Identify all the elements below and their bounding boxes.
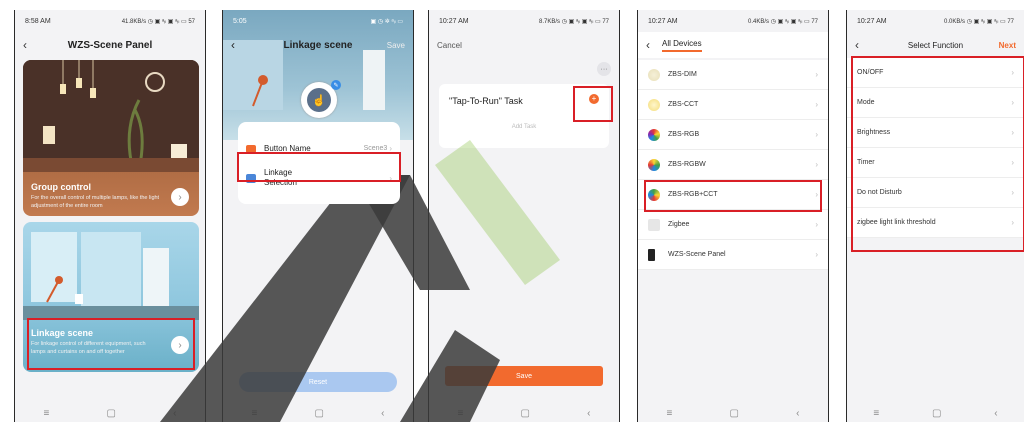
next-button[interactable]: Next <box>999 41 1016 50</box>
menu-icon[interactable]: ≡ <box>667 408 673 419</box>
page-title: Select Function <box>907 40 964 50</box>
phone-select-function: 10:27 AM 0.0KB/s ◷ ▣ ᵃᵢₗ ▣ ᵃᵢₗ ▭ 77 ‹ Se… <box>846 10 1024 422</box>
status-indicators: 41.8KB/s ◷ ▣ ᵃᵢₗ ▣ ᵃᵢₗ ▭ 57 <box>121 18 195 25</box>
group-control-card[interactable]: Group control For the overall control of… <box>23 60 199 216</box>
home-bar: ≡ ▢ ‹ <box>223 404 413 422</box>
home-bar: ≡ ▢ ‹ <box>638 404 828 422</box>
save-button[interactable]: Save <box>387 41 405 50</box>
device-row-rgb[interactable]: ZBS-RGB › <box>638 120 828 150</box>
status-indicators: 8.7KB/s ◷ ▣ ᵃᵢₗ ▣ ᵃᵢₗ ▭ 77 <box>539 18 609 25</box>
device-row-cct[interactable]: ZBS-CCT › <box>638 90 828 120</box>
highlight-linkage-scene <box>27 318 195 370</box>
status-indicators: ▣ ◷ ✲ ᵃᵢₗ ▭ <box>370 18 403 25</box>
home-icon[interactable]: ▢ <box>730 408 739 419</box>
phone-tap-to-run: 10:27 AM 8.7KB/s ◷ ▣ ᵃᵢₗ ▣ ᵃᵢₗ ▭ 77 Canc… <box>428 10 620 422</box>
status-time: 10:27 AM <box>439 17 469 25</box>
back-nav-icon[interactable]: ‹ <box>587 408 590 419</box>
group-control-arrow-icon[interactable]: › <box>171 188 189 206</box>
cancel-button[interactable]: Cancel <box>437 41 462 50</box>
navbar: ‹ Linkage scene Save <box>223 32 413 58</box>
back-nav-icon[interactable]: ‹ <box>381 408 384 419</box>
navbar: ‹ All Devices <box>638 32 828 58</box>
status-bar: 10:27 AM 0.4KB/s ◷ ▣ ᵃᵢₗ ▣ ᵃᵢₗ ▭ 77 <box>638 10 828 32</box>
chevron-right-icon: › <box>815 220 818 229</box>
phone-all-devices: 10:27 AM 0.4KB/s ◷ ▣ ᵃᵢₗ ▣ ᵃᵢₗ ▭ 77 ‹ Al… <box>637 10 829 422</box>
zigbee-device-icon <box>648 218 660 231</box>
home-bar: ≡ ▢ ‹ <box>15 404 205 422</box>
navbar: Cancel <box>429 32 619 58</box>
page-title: Linkage scene <box>283 39 353 51</box>
back-nav-icon[interactable]: ‹ <box>994 408 997 419</box>
chevron-right-icon: › <box>815 160 818 169</box>
phone-scene-panel: 8:58 AM 41.8KB/s ◷ ▣ ᵃᵢₗ ▣ ᵃᵢₗ ▭ 57 ‹ WZ… <box>14 10 206 422</box>
save-button[interactable]: Save <box>445 366 603 386</box>
status-time: 10:27 AM <box>857 17 887 25</box>
status-time: 10:27 AM <box>648 17 678 25</box>
button-name-value: Scene3 <box>363 145 388 152</box>
status-time: 5:05 <box>233 17 247 25</box>
home-bar: ≡ ▢ ‹ <box>429 404 619 422</box>
page-title: WZS-Scene Panel <box>67 39 153 51</box>
navbar: ‹ WZS-Scene Panel <box>15 32 205 58</box>
chevron-right-icon: › <box>815 70 818 79</box>
phone-linkage-scene: 5:05 ▣ ◷ ✲ ᵃᵢₗ ▭ ‹ Linkage scene Save ☝ … <box>222 10 414 422</box>
menu-icon[interactable]: ≡ <box>458 408 464 419</box>
device-row-dim[interactable]: ZBS-DIM › <box>638 60 828 90</box>
page-title: All Devices <box>662 39 702 52</box>
rgbw-bulb-icon <box>648 158 660 171</box>
status-bar: 5:05 ▣ ◷ ✲ ᵃᵢₗ ▭ <box>223 10 413 32</box>
device-name: ZBS-DIM <box>668 71 697 78</box>
task-title: "Tap-To-Run" Task <box>449 96 523 106</box>
home-icon[interactable]: ▢ <box>932 408 941 419</box>
chevron-right-icon: › <box>815 100 818 109</box>
back-icon[interactable]: ‹ <box>646 38 662 52</box>
status-time: 8:58 AM <box>25 17 51 25</box>
device-row-scene-panel[interactable]: WZS-Scene Panel › <box>638 240 828 270</box>
cct-bulb-icon <box>648 98 660 111</box>
home-icon[interactable]: ▢ <box>107 408 116 419</box>
group-control-title: Group control <box>31 182 91 192</box>
status-bar: 10:27 AM 0.0KB/s ◷ ▣ ᵃᵢₗ ▣ ᵃᵢₗ ▭ 77 <box>847 10 1024 32</box>
edit-icon[interactable]: ✎ <box>331 80 341 90</box>
menu-icon[interactable]: ≡ <box>44 408 50 419</box>
reset-button[interactable]: Reset <box>239 372 397 392</box>
rgb-bulb-icon <box>648 128 660 141</box>
menu-icon[interactable]: ≡ <box>252 408 258 419</box>
status-bar: 8:58 AM 41.8KB/s ◷ ▣ ᵃᵢₗ ▣ ᵃᵢₗ ▭ 57 <box>15 10 205 32</box>
highlight-add-task <box>573 86 613 122</box>
highlight-rgb-cct <box>644 180 822 212</box>
back-icon[interactable]: ‹ <box>231 38 247 52</box>
home-bar: ≡ ▢ ‹ <box>847 404 1024 422</box>
add-task-label[interactable]: Add Task <box>439 124 609 130</box>
home-icon[interactable]: ▢ <box>315 408 324 419</box>
device-name: WZS-Scene Panel <box>668 251 726 258</box>
dim-bulb-icon <box>648 68 660 81</box>
device-name: ZBS-RGBW <box>668 161 706 168</box>
more-options-icon[interactable]: ··· <box>597 62 611 76</box>
menu-icon[interactable]: ≡ <box>873 408 879 419</box>
tap-icon: ☝ <box>307 88 331 112</box>
device-name: Zigbee <box>668 221 690 228</box>
group-control-desc: For the overall control of multiple lamp… <box>31 195 160 209</box>
chevron-right-icon: › <box>815 130 818 139</box>
status-indicators: 0.0KB/s ◷ ▣ ᵃᵢₗ ▣ ᵃᵢₗ ▭ 77 <box>944 18 1014 25</box>
device-row-rgbw[interactable]: ZBS-RGBW › <box>638 150 828 180</box>
back-icon[interactable]: ‹ <box>23 38 39 52</box>
chevron-right-icon: › <box>815 250 818 259</box>
back-icon[interactable]: ‹ <box>855 38 871 52</box>
status-bar: 10:27 AM 8.7KB/s ◷ ▣ ᵃᵢₗ ▣ ᵃᵢₗ ▭ 77 <box>429 10 619 32</box>
home-icon[interactable]: ▢ <box>521 408 530 419</box>
navbar: ‹ Select Function Next <box>847 32 1024 58</box>
highlight-function-list <box>851 56 1024 252</box>
highlight-linkage-selection <box>237 152 401 182</box>
scene-panel-device-icon <box>648 248 655 261</box>
device-row-zigbee[interactable]: Zigbee › <box>638 210 828 240</box>
back-nav-icon[interactable]: ‹ <box>173 408 176 419</box>
device-name: ZBS-CCT <box>668 101 699 108</box>
status-indicators: 0.4KB/s ◷ ▣ ᵃᵢₗ ▣ ᵃᵢₗ ▭ 77 <box>748 18 818 25</box>
device-name: ZBS-RGB <box>668 131 700 138</box>
back-nav-icon[interactable]: ‹ <box>796 408 799 419</box>
